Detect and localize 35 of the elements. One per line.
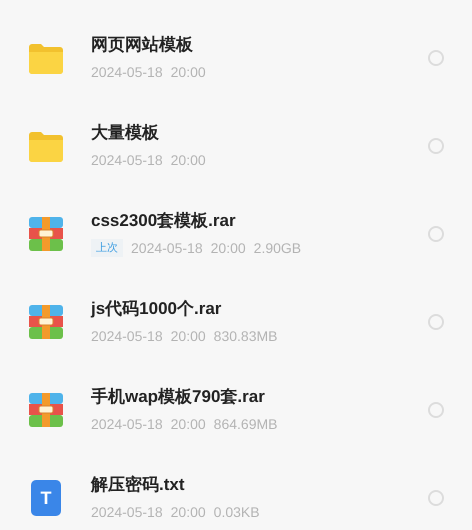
file-size: 2.90GB — [254, 239, 302, 258]
file-time: 20:00 — [170, 327, 206, 346]
file-size: 864.69MB — [214, 415, 278, 434]
recent-tag: 上次 — [91, 239, 123, 257]
archive-icon — [29, 393, 63, 427]
file-name: 解压密码.txt — [91, 474, 186, 496]
file-date: 2024-05-18 — [91, 63, 163, 82]
file-time: 20:00 — [170, 415, 206, 434]
file-time: 20:00 — [210, 239, 246, 258]
select-radio[interactable] — [428, 50, 444, 66]
file-name: css2300套模板.rar — [91, 210, 237, 232]
file-date: 2024-05-18 — [91, 503, 163, 522]
file-date: 2024-05-18 — [91, 415, 163, 434]
file-date: 2024-05-18 — [91, 151, 163, 170]
folder-icon — [27, 129, 65, 163]
select-radio[interactable] — [428, 402, 444, 418]
text-file-icon: T — [31, 480, 61, 516]
file-size: 830.83MB — [214, 327, 278, 346]
file-name: 手机wap模板790套.rar — [91, 386, 266, 408]
file-time: 20:00 — [170, 151, 206, 170]
file-size: 0.03KB — [214, 503, 260, 522]
file-time: 20:00 — [170, 63, 206, 82]
file-name: 网页网站模板 — [91, 34, 194, 56]
archive-icon — [29, 217, 63, 251]
file-time: 20:00 — [170, 503, 206, 522]
select-radio[interactable] — [428, 226, 444, 242]
file-name: 大量模板 — [91, 122, 160, 144]
file-date: 2024-05-18 — [91, 327, 163, 346]
archive-icon — [29, 305, 63, 339]
file-name: js代码1000个.rar — [91, 298, 222, 320]
file-date: 2024-05-18 — [131, 239, 203, 258]
select-radio[interactable] — [428, 138, 444, 154]
select-radio[interactable] — [428, 314, 444, 330]
folder-icon — [27, 41, 65, 75]
select-radio[interactable] — [428, 490, 444, 506]
